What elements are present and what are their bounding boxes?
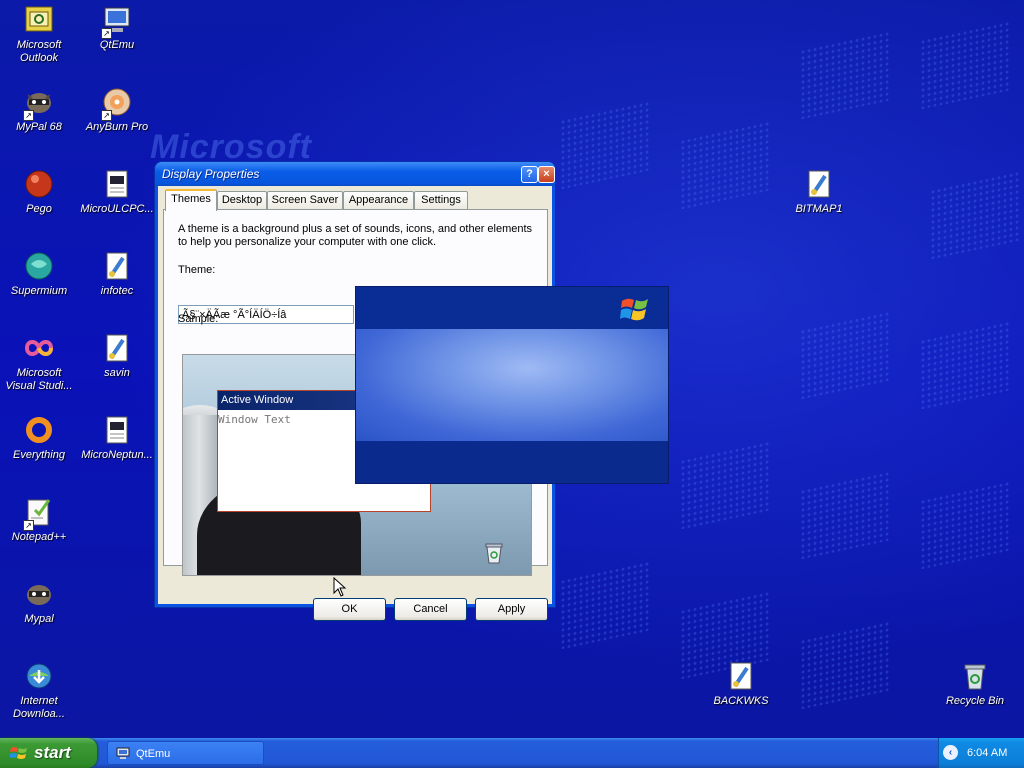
icon-label: Recycle Bin <box>945 695 1005 707</box>
wallpaper-pattern <box>800 30 890 120</box>
taskbar-item-label: QtEmu <box>136 748 171 760</box>
system-tray: ‹ 6:04 AM <box>938 738 1024 768</box>
wallpaper-pattern <box>800 470 890 560</box>
windows-flag-icon <box>10 747 27 759</box>
ring-icon <box>26 417 52 443</box>
icon-label: Mypal <box>24 613 54 625</box>
desktop-icon-everything[interactable]: Everything <box>1 414 77 462</box>
wallpaper-pattern <box>560 100 650 190</box>
paint-icon <box>730 662 752 690</box>
icon-label: QtEmu <box>99 39 135 51</box>
mouse-cursor-icon <box>333 577 347 597</box>
help-button[interactable]: ? <box>521 166 538 183</box>
paint-icon <box>106 334 128 362</box>
desktop-icon-anyburn[interactable]: ↗ AnyBurn Pro <box>79 86 155 134</box>
desktop-icon-pego[interactable]: Pego <box>1 168 77 216</box>
wallpaper-pattern <box>930 170 1020 260</box>
desktop: Microsoft Microsoft Outlook ↗ MyPal 68 P… <box>0 0 1024 738</box>
globe-icon <box>25 252 53 280</box>
wallpaper-pattern <box>680 120 770 210</box>
icon-label: MicroNeptun... <box>81 449 153 461</box>
wallpaper-pattern <box>800 620 890 710</box>
raccoon-icon <box>27 585 51 605</box>
document-icon <box>106 170 128 198</box>
close-button[interactable]: × <box>538 166 555 183</box>
paint-icon <box>106 252 128 280</box>
desktop-icon-savin[interactable]: savin <box>79 332 155 380</box>
splash-glow <box>356 329 668 441</box>
download-globe-icon <box>26 663 52 689</box>
icon-label: infotec <box>100 285 134 297</box>
icon-label: AnyBurn Pro <box>85 121 149 133</box>
desktop-icon-internet-download[interactable]: Internet Downloa... <box>1 660 77 721</box>
splash-footer <box>356 441 668 483</box>
desktop-icon-backwks[interactable]: BACKWKS <box>703 660 779 708</box>
wallpaper-pattern <box>680 440 770 530</box>
icon-label: BACKWKS <box>713 695 769 707</box>
window-titlebar[interactable]: Display Properties ? × <box>155 162 555 186</box>
wallpaper-pattern <box>920 480 1010 570</box>
taskbar: start QtEmu ‹ 6:04 AM <box>0 738 1024 768</box>
windows-splash-window <box>355 286 669 484</box>
sample-label: Sample: <box>178 313 219 325</box>
tab-themes[interactable]: Themes <box>165 189 217 211</box>
theme-description: A theme is a background plus a set of so… <box>178 223 533 248</box>
windows-logo-icon <box>620 298 648 321</box>
icon-label: Pego <box>26 203 52 215</box>
tab-appearance[interactable]: Appearance <box>343 191 414 209</box>
icon-label: Microsoft Visual Studi... <box>5 367 73 392</box>
tray-expand-button[interactable]: ‹ <box>943 745 958 760</box>
window-title: Display Properties <box>162 167 260 181</box>
icon-label: Supermium <box>10 285 68 297</box>
desktop-icon-microneptun[interactable]: MicroNeptun... <box>79 414 155 462</box>
icon-label: BITMAP1 <box>795 203 843 215</box>
desktop-icon-outlook[interactable]: Microsoft Outlook <box>1 4 77 65</box>
desktop-icon-infotec[interactable]: infotec <box>79 250 155 298</box>
wallpaper-pattern <box>800 310 890 400</box>
shortcut-arrow-icon: ↗ <box>23 110 34 121</box>
icon-label: Everything <box>13 449 65 461</box>
document-icon <box>106 416 128 444</box>
sample-window-text: Window Text <box>218 413 291 426</box>
icon-label: Notepad++ <box>11 531 67 543</box>
icon-label: MicroULCPC... <box>80 203 154 215</box>
shortcut-arrow-icon: ↗ <box>101 28 112 39</box>
computer-icon <box>116 747 130 759</box>
start-button[interactable]: start <box>0 738 97 768</box>
recycle-bin-icon <box>485 543 503 564</box>
taskbar-item-qtemu[interactable]: QtEmu <box>107 741 264 765</box>
clock[interactable]: 6:04 AM <box>967 738 1007 768</box>
desktop-icon-qtemu[interactable]: ↗ QtEmu <box>79 4 155 52</box>
wallpaper-pattern <box>920 320 1010 410</box>
shortcut-arrow-icon: ↗ <box>23 520 34 531</box>
outlook-icon <box>25 6 53 32</box>
icon-label: savin <box>104 367 130 379</box>
recycle-bin-icon <box>964 664 986 690</box>
desktop-icon-mypal[interactable]: Mypal <box>1 578 77 626</box>
icon-label: MyPal 68 <box>16 121 62 133</box>
desktop-icon-recycle-bin[interactable]: Recycle Bin <box>937 660 1013 708</box>
desktop-icon-visual-studio[interactable]: Microsoft Visual Studi... <box>1 332 77 393</box>
wallpaper-pattern <box>920 20 1010 110</box>
infinity-icon <box>24 340 54 356</box>
icon-label: Internet Downloa... <box>13 695 65 720</box>
paint-icon <box>808 170 830 198</box>
icon-label: Microsoft Outlook <box>16 39 62 64</box>
desktop-icon-bitmap1[interactable]: BITMAP1 <box>781 168 857 216</box>
desktop-icon-notepad-plus[interactable]: ↗ Notepad++ <box>1 496 77 544</box>
desktop-icon-mypal-68[interactable]: ↗ MyPal 68 <box>1 86 77 134</box>
theme-label: Theme: <box>178 264 216 276</box>
wallpaper-pattern <box>560 560 650 650</box>
tab-settings[interactable]: Settings <box>414 191 468 209</box>
tab-desktop[interactable]: Desktop <box>217 191 267 209</box>
cancel-button[interactable]: Cancel <box>394 598 467 621</box>
desktop-icon-microulcpc[interactable]: MicroULCPC... <box>79 168 155 216</box>
shortcut-arrow-icon: ↗ <box>101 110 112 121</box>
apply-button[interactable]: Apply <box>475 598 548 621</box>
tab-screen-saver[interactable]: Screen Saver <box>267 191 343 209</box>
ok-button[interactable]: OK <box>313 598 386 621</box>
red-ball-icon <box>25 170 53 198</box>
desktop-icon-supermium[interactable]: Supermium <box>1 250 77 298</box>
start-label: start <box>34 743 71 762</box>
